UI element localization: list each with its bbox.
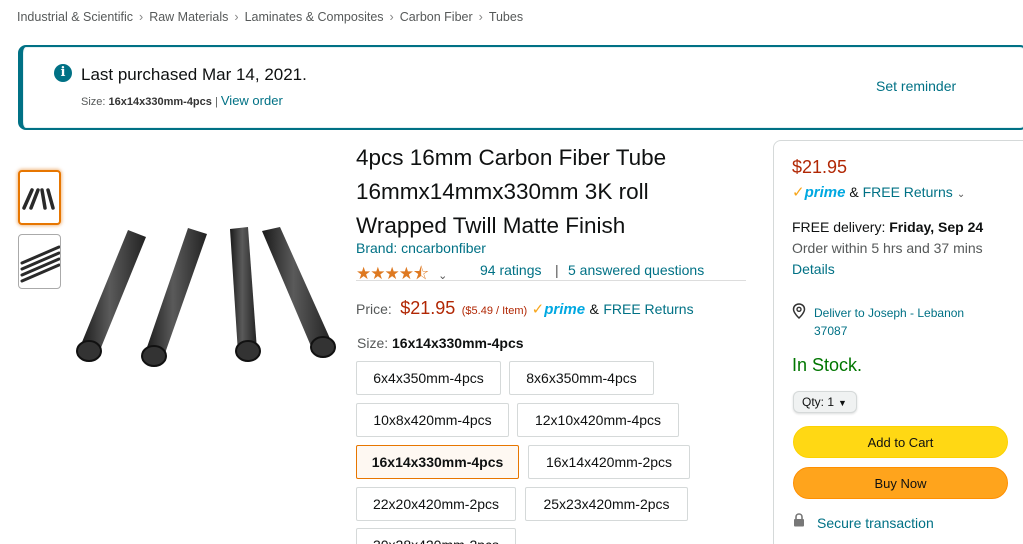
secure-transaction-link[interactable]: Secure transaction <box>817 515 934 531</box>
free-returns-link[interactable]: FREE Returns <box>603 301 693 317</box>
chevron-down-icon[interactable]: ⌄ <box>438 270 447 282</box>
size-selector-label: Size: 16x14x330mm-4pcs <box>357 335 524 351</box>
ratings-count-link[interactable]: 94 ratings <box>480 262 541 278</box>
size-label: Size: <box>81 96 106 108</box>
prime-label: prime <box>544 301 586 318</box>
buybox-price: $21.95 <box>792 157 848 177</box>
qty-label: Qty: <box>802 395 825 409</box>
size-option[interactable]: 12x10x420mm-4pcs <box>517 403 679 437</box>
answered-questions-link[interactable]: 5 answered questions <box>568 262 704 278</box>
deliver-to-link[interactable]: Deliver to Joseph - Lebanon 37087 <box>814 304 994 340</box>
breadcrumb-separator: › <box>234 10 239 24</box>
amp-text: & <box>589 301 599 317</box>
last-purchased-title: Last purchased Mar 14, 2021. <box>81 65 307 84</box>
buy-now-button[interactable]: Buy Now <box>793 467 1008 499</box>
star-rating-icon[interactable]: ★★★★⯪ <box>356 264 429 283</box>
prime-label: prime <box>804 184 846 201</box>
size-option[interactable]: 16x14x420mm-2pcs <box>528 445 690 479</box>
stock-status: In Stock. <box>792 355 863 375</box>
breadcrumb-separator: › <box>139 10 144 24</box>
price-value: $21.95 <box>400 298 456 318</box>
size-label: Size: <box>357 335 389 351</box>
free-returns-link[interactable]: FREE Returns <box>863 184 953 200</box>
set-reminder-link[interactable]: Set reminder <box>876 78 956 94</box>
tube-thumbnail-image <box>20 245 60 283</box>
prime-logo-icon: ✓prime <box>531 301 586 318</box>
size-option[interactable]: 30x28x420mm-2pcs <box>356 528 516 544</box>
price-row: Price: $21.95 ($5.49 / Item) ✓prime & FR… <box>356 298 694 319</box>
breadcrumb-carbon-fiber[interactable]: Carbon Fiber <box>400 10 473 24</box>
size-option[interactable]: 25x23x420mm-2pcs <box>525 487 688 521</box>
separator: | <box>555 262 559 278</box>
thumbnail-1[interactable] <box>18 170 61 225</box>
location-pin-icon <box>792 303 806 319</box>
last-purchased-size: Size: 16x14x330mm-4pcs | View order <box>81 93 283 108</box>
info-icon: i <box>54 64 72 82</box>
thumbnail-2[interactable] <box>18 234 61 289</box>
product-title: 4pcs 16mm Carbon Fiber Tube 16mmx14mmx33… <box>356 145 667 238</box>
price-label: Price: <box>356 301 392 317</box>
details-link[interactable]: Details <box>792 261 835 277</box>
rating-row: ★★★★⯪ ⌄ 94 ratings | 5 answered questions <box>356 261 746 283</box>
chevron-down-icon: ▼ <box>838 398 847 408</box>
lock-icon <box>794 513 804 527</box>
buybox-prime-row: ✓prime & FREE Returns ⌄ <box>792 183 965 201</box>
unit-price: ($5.49 / Item) <box>461 305 528 317</box>
delivery-date: Friday, Sep 24 <box>889 219 984 235</box>
breadcrumb-separator: › <box>389 10 394 24</box>
size-value: 16x14x330mm-4pcs <box>108 96 212 108</box>
delivery-prefix: FREE delivery: <box>792 219 886 235</box>
breadcrumb-industrial[interactable]: Industrial & Scientific <box>17 10 133 24</box>
tube-thumbnail-image <box>22 188 55 210</box>
size-option[interactable]: 10x8x420mm-4pcs <box>356 403 509 437</box>
size-option[interactable]: 22x20x420mm-2pcs <box>356 487 516 521</box>
breadcrumb-tubes[interactable]: Tubes <box>489 10 523 24</box>
last-purchased-banner: i Last purchased Mar 14, 2021. Size: 16x… <box>18 45 1023 130</box>
order-within-text: Order within 5 hrs and 37 mins <box>792 240 983 256</box>
delivery-info: FREE delivery: Friday, Sep 24 <box>792 219 983 235</box>
breadcrumb-separator: › <box>478 10 483 24</box>
view-order-link[interactable]: View order <box>221 93 283 108</box>
add-to-cart-button[interactable]: Add to Cart <box>793 426 1008 458</box>
chevron-down-icon[interactable]: ⌄ <box>957 189 965 200</box>
breadcrumb: Industrial & Scientific › Raw Materials › La… <box>17 10 523 24</box>
size-option[interactable]: 6x4x350mm-4pcs <box>356 361 501 395</box>
separator: | <box>214 96 218 108</box>
breadcrumb-laminates[interactable]: Laminates & Composites <box>245 10 384 24</box>
size-option-selected[interactable]: 16x14x330mm-4pcs <box>356 445 519 479</box>
size-selected-value: 16x14x330mm-4pcs <box>392 335 524 351</box>
qty-value: 1 <box>827 395 835 409</box>
amp-text: & <box>849 184 859 200</box>
brand-link[interactable]: Brand: cncarbonfiber <box>356 240 486 256</box>
size-option[interactable]: 8x6x350mm-4pcs <box>509 361 654 395</box>
quantity-select[interactable]: Qty: 1 ▼ <box>793 391 857 413</box>
prime-logo-icon: ✓prime <box>792 184 846 201</box>
breadcrumb-raw-materials[interactable]: Raw Materials <box>149 10 228 24</box>
main-product-image[interactable] <box>70 225 350 370</box>
